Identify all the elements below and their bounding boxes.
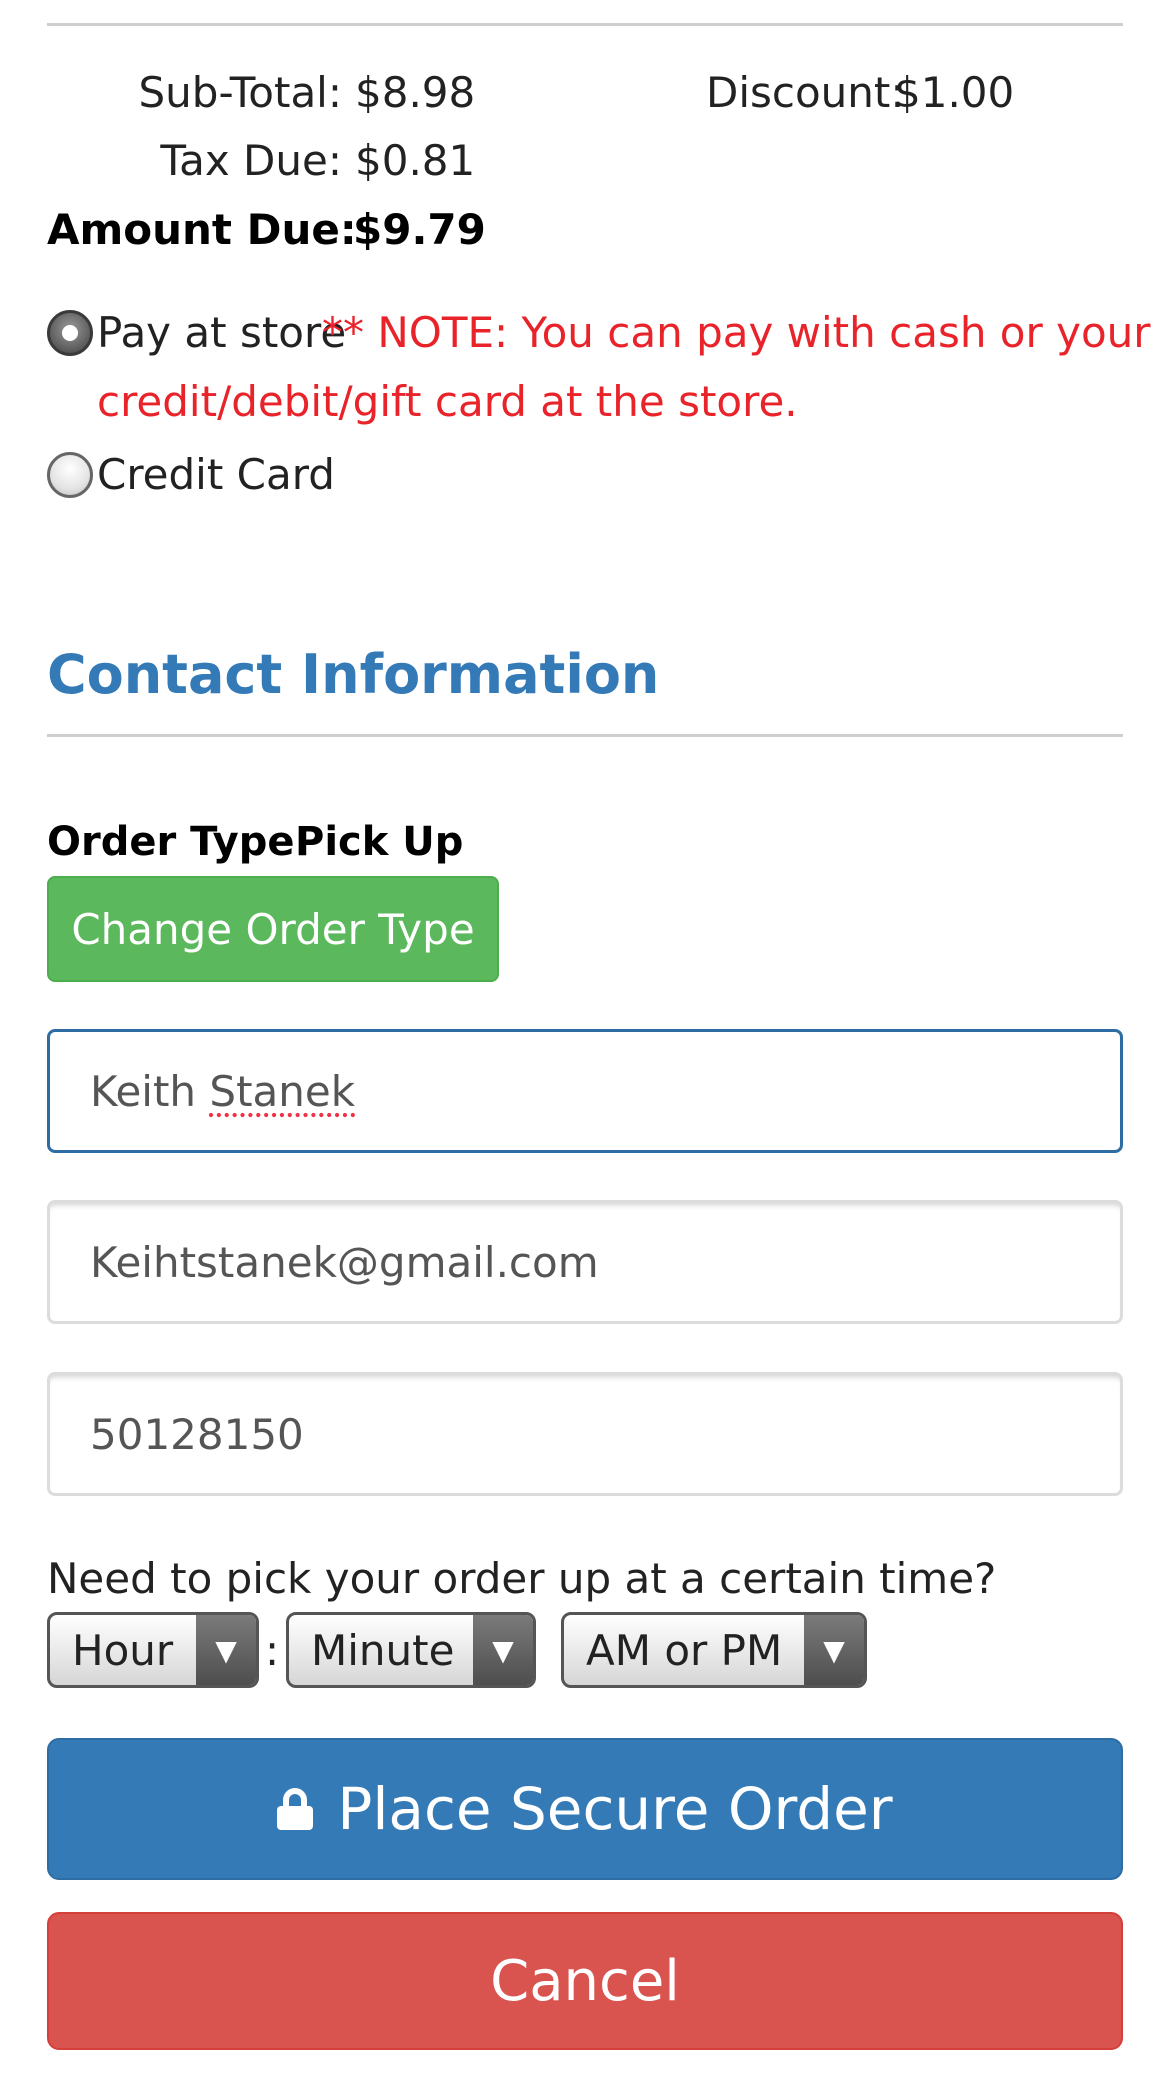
name-last: Stanek	[209, 1066, 356, 1116]
cancel-button[interactable]: Cancel	[47, 1912, 1123, 2050]
tax-value: $0.81	[355, 136, 476, 185]
contact-divider	[47, 734, 1123, 737]
credit-card-label[interactable]: Credit Card	[97, 454, 335, 496]
order-type-label: Order Type:	[47, 819, 311, 865]
contact-heading: Contact Information	[47, 643, 660, 706]
tax-label: Tax Due:	[160, 136, 342, 185]
payment-note-line1: ** NOTE: You can pay with cash or your	[322, 308, 1151, 357]
pay-at-store-label[interactable]: Pay at store	[97, 312, 346, 354]
minute-select[interactable]: Minute ▼	[286, 1612, 536, 1688]
pickup-time-question: Need to pick your order up at a certain …	[47, 1554, 997, 1603]
hour-select[interactable]: Hour ▼	[47, 1612, 259, 1688]
minute-select-value: Minute	[311, 1625, 455, 1675]
hour-select-value: Hour	[72, 1625, 174, 1675]
lock-icon	[277, 1788, 314, 1830]
amount-due-value: $9.79	[353, 205, 486, 254]
ampm-select[interactable]: AM or PM ▼	[561, 1612, 867, 1688]
place-order-label: Place Secure Order	[337, 1775, 893, 1843]
subtotal-label: Sub-Total:	[138, 68, 342, 117]
name-field[interactable]: Keith Stanek	[47, 1029, 1123, 1153]
discount-value: $1.00	[894, 68, 1015, 117]
triangle-down-icon: ▼	[196, 1615, 256, 1685]
phone-field[interactable]: 50128150	[47, 1372, 1123, 1496]
credit-card-radio[interactable]	[47, 452, 93, 498]
triangle-down-icon: ▼	[473, 1615, 533, 1685]
amount-due-label: Amount Due:	[47, 205, 357, 254]
discount-label: Discount:	[706, 68, 905, 117]
phone-value: 50128150	[90, 1409, 304, 1459]
change-order-type-button[interactable]: Change Order Type	[47, 876, 499, 982]
email-value: Keihtstanek@gmail.com	[90, 1237, 599, 1287]
email-field[interactable]: Keihtstanek@gmail.com	[47, 1200, 1123, 1324]
subtotal-value: $8.98	[355, 68, 476, 117]
order-type-value: Pick Up	[295, 819, 464, 865]
top-divider	[47, 23, 1123, 26]
place-secure-order-button[interactable]: Place Secure Order	[47, 1738, 1123, 1880]
triangle-down-icon: ▼	[804, 1615, 864, 1685]
pay-at-store-radio[interactable]	[47, 310, 93, 356]
name-first: Keith	[90, 1066, 197, 1116]
payment-note-line2: credit/debit/gift card at the store.	[97, 377, 798, 426]
ampm-select-value: AM or PM	[586, 1625, 783, 1675]
time-separator: :	[265, 1626, 280, 1675]
